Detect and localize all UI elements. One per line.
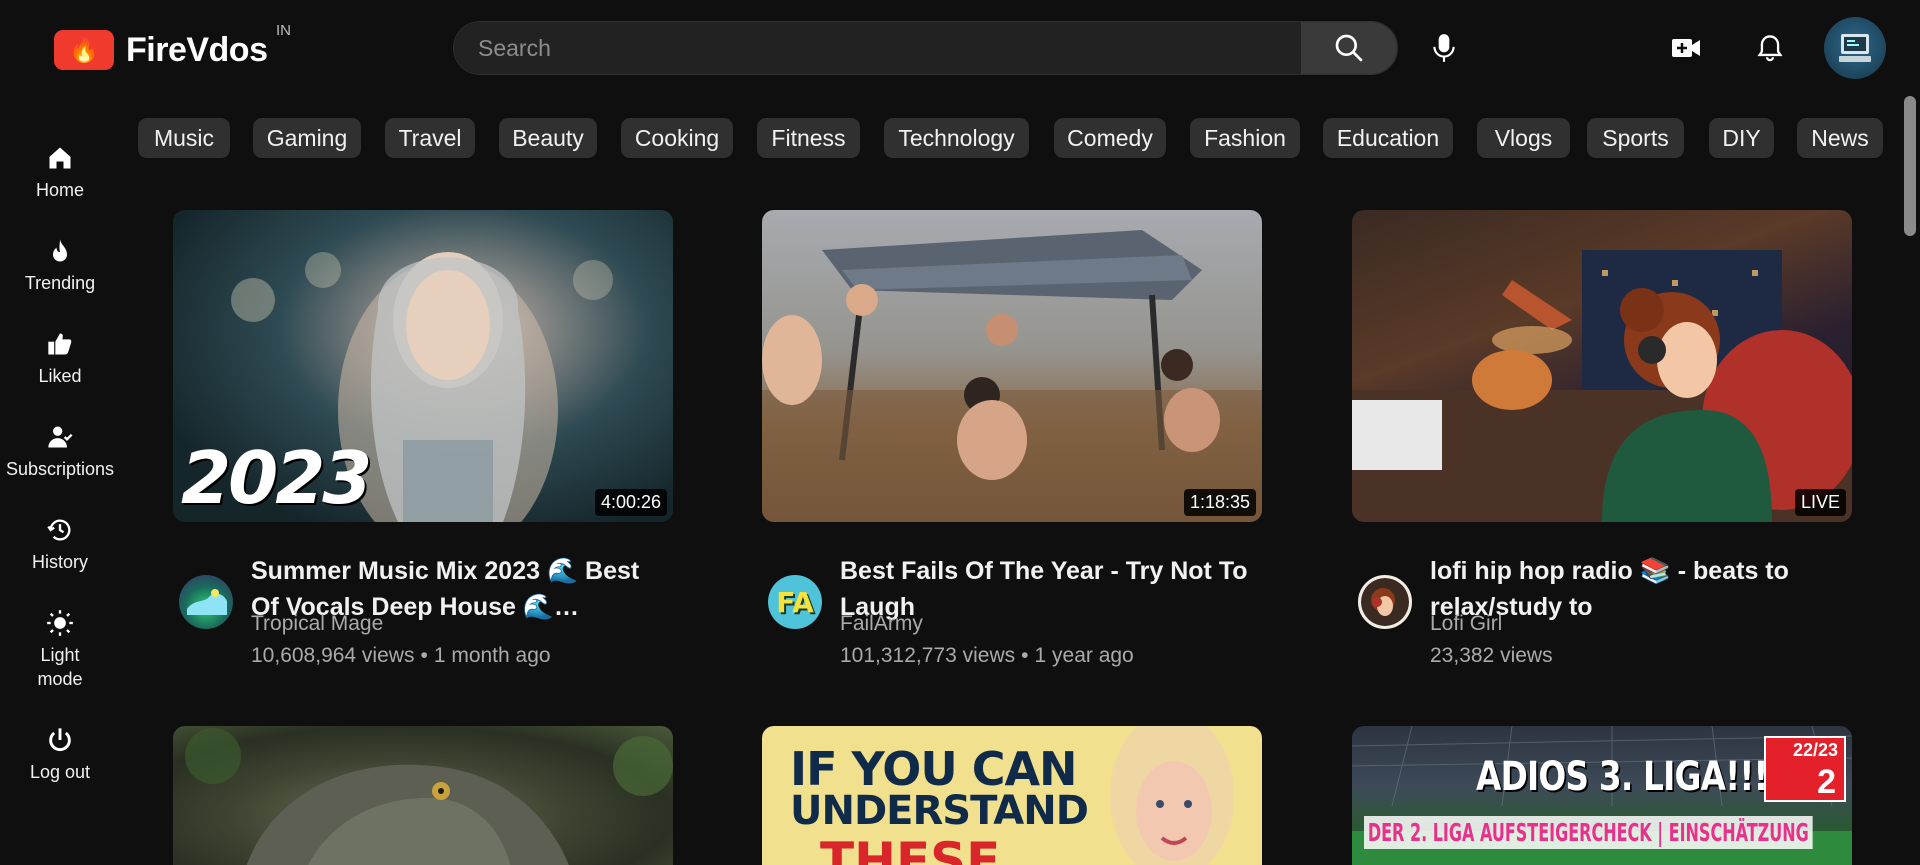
logo-text: FireVdos [126, 30, 268, 69]
voice-search-button[interactable] [1424, 28, 1464, 68]
power-icon [49, 728, 71, 751]
chip-beauty[interactable]: Beauty [499, 118, 597, 158]
sidebar-item-label: Liked [38, 366, 82, 386]
view-count: 23,382 views [1430, 644, 1553, 667]
sidebar-item-home[interactable]: Home [0, 144, 120, 202]
channel-avatar-text: FA [776, 585, 814, 619]
presenter-thumbnail-art [1110, 726, 1234, 865]
video-meta: 101,312,773 views • 1 year ago [840, 644, 1134, 667]
chip-music[interactable]: Music [138, 118, 230, 158]
channel-logo-icon [187, 589, 227, 615]
video-meta: 10,608,964 views • 1 month ago [251, 644, 551, 667]
chip-fitness[interactable]: Fitness [757, 118, 860, 158]
video-thumbnail[interactable] [173, 726, 673, 865]
top-header: 🔥 FireVdos IN [0, 0, 1900, 96]
thumbnail-text-line2: UNDERSTAND [790, 788, 1089, 834]
thumbnail-art [762, 230, 1262, 522]
channel-name[interactable]: FailArmy [840, 612, 923, 636]
sidebar-item-log-out[interactable]: Log out [0, 726, 120, 784]
video-thumbnail[interactable]: 2023 4:00:26 [173, 210, 673, 522]
sidebar-item-label: Subscriptions [5, 459, 115, 479]
chip-sports[interactable]: Sports [1587, 118, 1684, 158]
league-badge: 22/23 2 [1764, 736, 1846, 802]
video-thumbnail[interactable]: IF YOU CAN UNDERSTAND THESE [762, 726, 1262, 865]
flame-icon [53, 239, 67, 262]
video-card[interactable]: LIVE lofi hip hop radio 📚 - beats to rel… [1352, 210, 1852, 667]
bell-icon [1757, 35, 1783, 62]
video-card[interactable]: 1:18:35 FA Best Fails Of The Year - Try … [762, 210, 1262, 667]
sidebar-item-subscriptions[interactable]: Subscriptions [0, 423, 120, 481]
thumbnail-subline: DER 2. LIGA AUFSTEIGERCHECK | EINSCHÄTZU… [1364, 816, 1813, 849]
channel-name[interactable]: Tropical Mage [251, 612, 383, 636]
video-thumbnail[interactable]: ADIOS 3. LIGA!!! DER 2. LIGA AUFSTEIGERC… [1352, 726, 1852, 865]
sidebar-item-trending[interactable]: Trending [0, 237, 120, 295]
video-duration: 4:00:26 [594, 489, 667, 516]
thumbnail-text-line3: THESE [820, 832, 1001, 865]
thumbs-up-icon [48, 333, 72, 355]
subscriptions-icon [48, 426, 73, 448]
user-avatar[interactable] [1824, 17, 1886, 79]
sidebar-item-label: Log out [29, 762, 91, 782]
sidebar-item-history[interactable]: History [0, 516, 120, 574]
channel-name[interactable]: Lofi Girl [1430, 612, 1502, 636]
microphone-icon [1433, 34, 1455, 62]
video-add-icon [1672, 39, 1700, 57]
thumbnail-art [1352, 250, 1852, 522]
upload-age: 1 year ago [1034, 644, 1134, 667]
country-code: IN [276, 22, 291, 39]
chip-diy[interactable]: DIY [1709, 118, 1774, 158]
computer-avatar-icon [1839, 34, 1871, 62]
season-label: 22/23 [1792, 740, 1838, 760]
channel-avatar[interactable] [179, 575, 233, 629]
flame-logo-icon: 🔥 [54, 30, 114, 70]
chip-gaming[interactable]: Gaming [253, 118, 361, 158]
search-bar [453, 21, 1398, 75]
sidebar-item-label: Home [35, 180, 84, 200]
channel-avatar[interactable] [1358, 575, 1412, 629]
chip-fashion[interactable]: Fashion [1190, 118, 1300, 158]
sidebar-item-liked[interactable]: Liked [0, 330, 120, 388]
create-video-button[interactable] [1666, 28, 1706, 68]
video-card[interactable]: 2023 4:00:26 Summer Music Mix 2023 🌊 Bes… [173, 210, 673, 667]
video-meta: 23,382 views [1430, 644, 1553, 668]
sidebar-item-label: Trending [24, 273, 96, 293]
chip-travel[interactable]: Travel [385, 118, 475, 158]
thumbnail-overlay-text: 2023 [181, 436, 372, 520]
video-thumbnail[interactable]: LIVE [1352, 210, 1852, 522]
scrollbar-thumb[interactable] [1904, 96, 1916, 236]
channel-avatar[interactable]: FA [768, 575, 822, 629]
chip-comedy[interactable]: Comedy [1054, 118, 1166, 158]
channel-logo-icon [1361, 578, 1409, 626]
search-button[interactable] [1301, 22, 1397, 74]
upload-age: 1 month ago [433, 644, 551, 667]
sidebar-item-label: History [31, 552, 88, 572]
live-badge: LIVE [1794, 489, 1846, 516]
video-thumbnail[interactable]: 1:18:35 [762, 210, 1262, 522]
search-input[interactable] [454, 22, 1301, 74]
logo[interactable]: 🔥 FireVdos [54, 30, 268, 70]
sidebar-item-light-mode[interactable]: Light mode [0, 609, 120, 691]
sidebar-item-label: Light mode [37, 645, 83, 689]
chip-cooking[interactable]: Cooking [621, 118, 733, 158]
chip-vlogs[interactable]: Vlogs [1477, 118, 1570, 158]
dinosaur-thumbnail-art [185, 728, 673, 865]
chip-news[interactable]: News [1797, 118, 1883, 158]
thumbnail-headline: ADIOS 3. LIGA!!! [1476, 754, 1768, 800]
sun-icon [47, 610, 73, 636]
view-count: 10,608,964 views [251, 644, 415, 667]
search-icon [1335, 34, 1363, 62]
history-icon [47, 519, 71, 541]
video-duration: 1:18:35 [1183, 489, 1256, 516]
notifications-button[interactable] [1750, 28, 1790, 68]
chip-education[interactable]: Education [1323, 118, 1453, 158]
league-number: 2 [1817, 763, 1836, 801]
view-count: 101,312,773 views [840, 644, 1016, 667]
chip-technology[interactable]: Technology [884, 118, 1029, 158]
home-icon [49, 147, 71, 169]
